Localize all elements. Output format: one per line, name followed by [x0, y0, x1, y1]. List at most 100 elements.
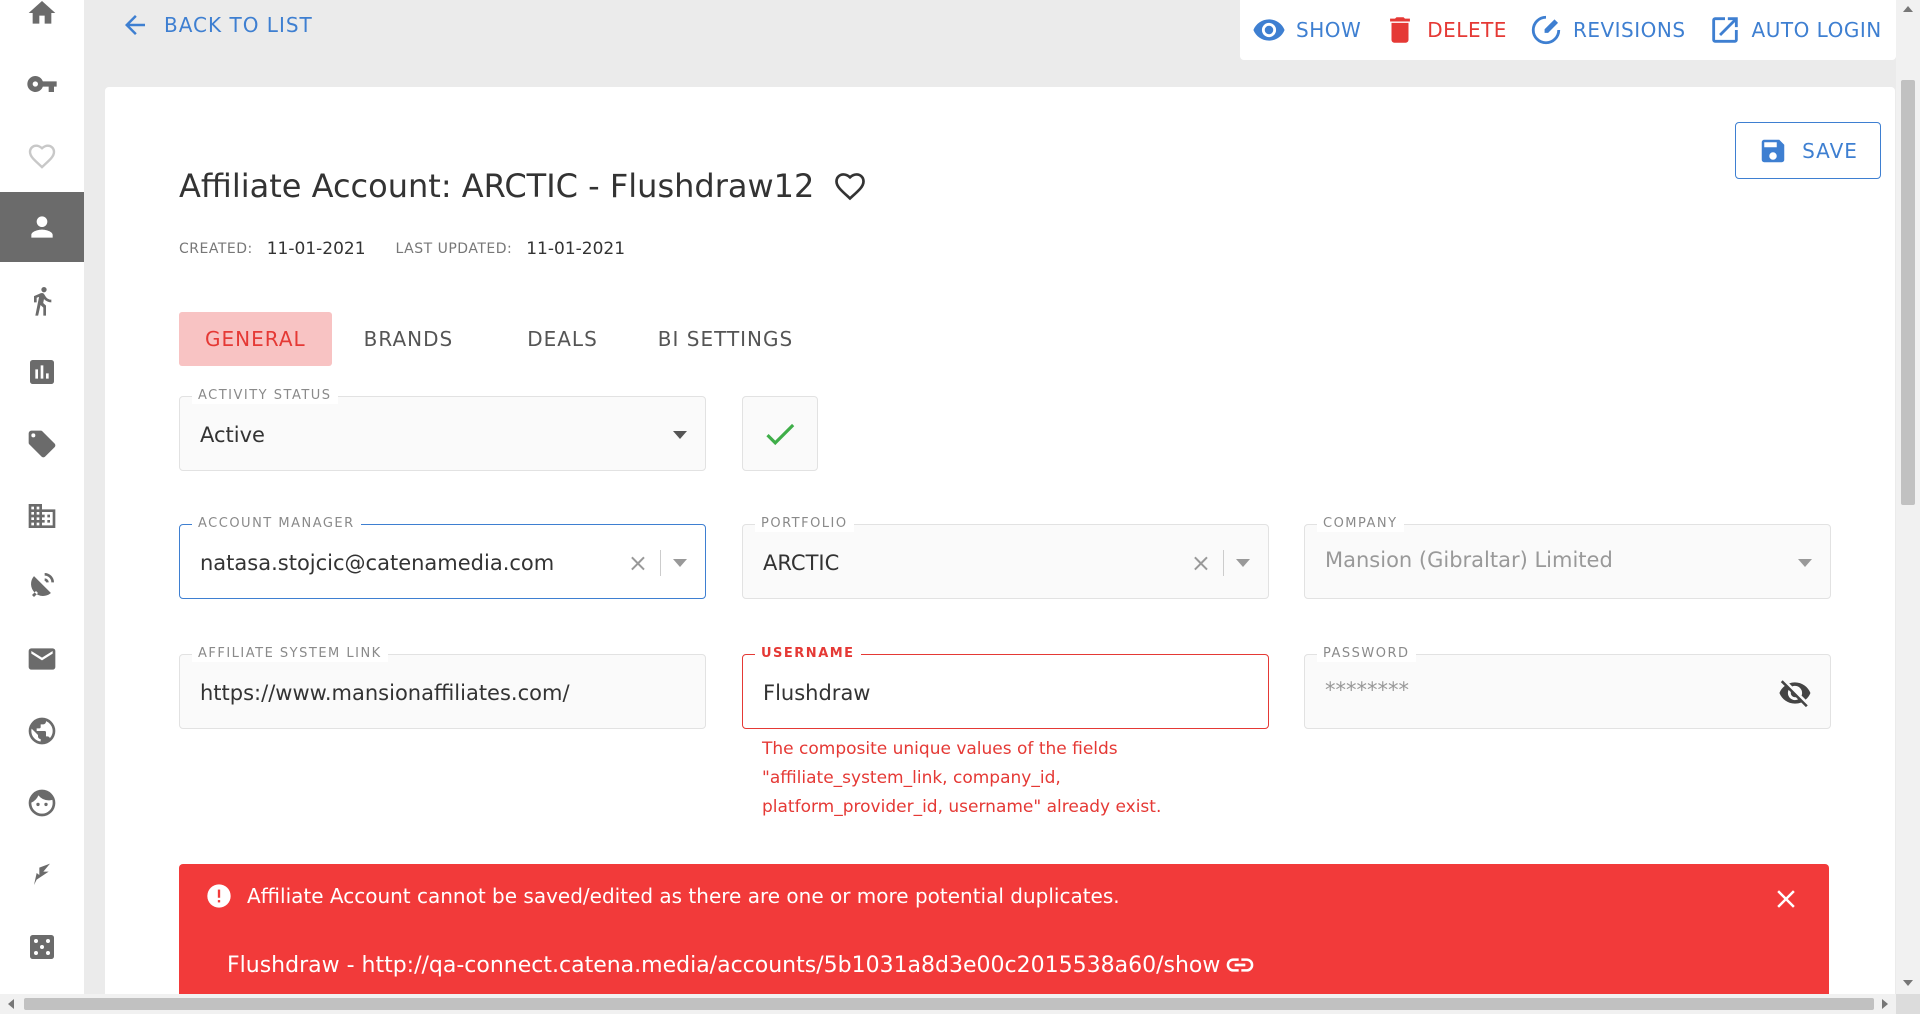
username-error-line: platform_provider_id, username" already …	[762, 797, 1162, 817]
account-manager-select[interactable]: ACCOUNT MANAGER natasa.stojcic@catenamed…	[179, 516, 706, 599]
activity-status-select[interactable]: ACTIVITY STATUS Active	[179, 388, 706, 471]
active-check-indicator	[742, 396, 818, 471]
page-title: Affiliate Account: ARCTIC - Flushdraw12	[179, 167, 868, 205]
close-icon[interactable]	[1771, 884, 1801, 914]
sidebar-item-campaigns[interactable]	[0, 838, 84, 908]
show-button[interactable]: SHOW	[1252, 13, 1361, 47]
alert-header: Affiliate Account cannot be saved/edited…	[205, 882, 1120, 910]
chevron-down-icon[interactable]	[1236, 558, 1250, 567]
duplicate-alert: Affiliate Account cannot be saved/edited…	[179, 864, 1829, 1014]
sidebar-item-accounts[interactable]	[0, 192, 84, 262]
username-field[interactable]: USERNAME Flushdraw	[742, 646, 1269, 729]
alert-circle-icon	[207, 884, 231, 908]
tab-bi-settings[interactable]: BI SETTINGS	[626, 312, 819, 366]
company-value: Mansion (Gibraltar) Limited	[1325, 547, 1613, 572]
back-to-list-link[interactable]: BACK TO LIST	[120, 10, 313, 40]
arrow-left-icon	[125, 15, 145, 35]
building-icon	[28, 504, 56, 528]
tab-brands[interactable]: BRANDS	[332, 312, 488, 366]
flag-icon	[34, 863, 50, 885]
revisions-label: REVISIONS	[1572, 18, 1686, 42]
mail-icon	[28, 648, 56, 670]
created-value: 11-01-2021	[266, 239, 366, 259]
sidebar-item-activity[interactable]	[0, 266, 84, 336]
affiliate-system-link-field[interactable]: AFFILIATE SYSTEM LINK https://www.mansio…	[179, 646, 706, 729]
revisions-button[interactable]: REVISIONS	[1529, 13, 1686, 47]
tag-icon	[28, 430, 56, 458]
save-label: SAVE	[1802, 138, 1858, 163]
sidebar-item-games[interactable]	[0, 912, 84, 982]
tab-deals[interactable]: DEALS	[487, 312, 626, 366]
scroll-up-arrow-icon[interactable]	[1903, 6, 1913, 12]
divider	[1223, 549, 1224, 576]
username-value: Flushdraw	[763, 680, 871, 705]
affiliate-system-link-value: https://www.mansionaffiliates.com/	[200, 680, 570, 705]
running-icon	[34, 287, 52, 316]
portfolio-value: ARCTIC	[763, 550, 840, 575]
tab-general[interactable]: GENERAL	[179, 312, 332, 366]
vertical-scrollbar[interactable]	[1896, 0, 1920, 994]
scroll-left-arrow-icon[interactable]	[8, 999, 14, 1009]
sidebar-item-companies[interactable]	[0, 481, 84, 551]
save-button[interactable]: SAVE	[1735, 122, 1881, 179]
account-form-card: SAVE Affiliate Account: ARCTIC - Flushdr…	[105, 87, 1895, 1014]
scroll-down-arrow-icon[interactable]	[1903, 980, 1913, 986]
divider	[660, 549, 661, 576]
open-in-new-icon	[1711, 17, 1738, 43]
sidebar-item-key[interactable]	[0, 49, 84, 119]
scrollbar-corner	[1896, 994, 1920, 1014]
username-error-line: "affiliate_system_link, company_id,	[762, 768, 1061, 788]
face-icon	[28, 789, 56, 817]
history-edit-icon	[1531, 15, 1561, 45]
chevron-down-icon[interactable]	[673, 430, 687, 439]
bar-chart-icon	[30, 360, 54, 384]
sidebar-item-platforms[interactable]	[0, 550, 84, 620]
eye-icon	[1253, 19, 1285, 41]
floppy-disk-icon	[1761, 139, 1785, 162]
chevron-down-icon	[1798, 558, 1812, 567]
created-label: CREATED:	[179, 241, 253, 257]
sidebar-item-tags[interactable]	[0, 409, 84, 479]
chevron-down-icon[interactable]	[673, 558, 687, 567]
tab-bar: GENERAL BRANDS DEALS BI SETTINGS	[179, 312, 819, 366]
sidebar-item-web[interactable]	[0, 696, 84, 766]
eye-off-icon[interactable]	[1778, 676, 1812, 710]
checkmark-icon	[766, 423, 795, 445]
person-icon	[31, 216, 53, 238]
company-select: COMPANY Mansion (Gibraltar) Limited	[1304, 516, 1831, 599]
username-error-message: The composite unique values of the field…	[762, 735, 1202, 822]
horizontal-scrollbar[interactable]	[0, 994, 1896, 1014]
dice-icon	[30, 935, 54, 959]
key-icon	[27, 76, 57, 92]
link-icon	[1227, 958, 1254, 972]
show-label: SHOW	[1296, 18, 1362, 42]
vertical-scroll-thumb[interactable]	[1901, 80, 1915, 505]
satellite-dish-icon	[31, 573, 54, 597]
sidebar-item-users[interactable]	[0, 768, 84, 838]
auto-login-button[interactable]: AUTO LOGIN	[1708, 13, 1882, 47]
page-title-text: Affiliate Account: ARCTIC - Flushdraw12	[179, 167, 815, 205]
horizontal-scroll-thumb[interactable]	[24, 998, 1874, 1010]
sidebar-item-favorites[interactable]	[0, 121, 84, 191]
delete-button[interactable]: DELETE	[1383, 13, 1507, 47]
auto-login-label: AUTO LOGIN	[1751, 18, 1882, 42]
delete-label: DELETE	[1427, 18, 1507, 42]
heart-icon	[28, 144, 56, 169]
sidebar-item-home[interactable]	[0, 0, 84, 48]
password-value: ********	[1325, 677, 1409, 702]
account-manager-value: natasa.stojcic@catenamedia.com	[200, 550, 555, 575]
clear-icon[interactable]: ×	[1191, 551, 1211, 575]
updated-label: LAST UPDATED:	[395, 241, 513, 257]
sidebar-item-mail[interactable]	[0, 624, 84, 694]
portfolio-select[interactable]: PORTFOLIO ARCTIC ×	[742, 516, 1269, 599]
back-to-list-label: BACK TO LIST	[164, 13, 313, 37]
scroll-right-arrow-icon[interactable]	[1882, 999, 1888, 1009]
home-icon	[28, 1, 56, 24]
sidebar-item-reports[interactable]	[0, 337, 84, 407]
clear-icon[interactable]: ×	[628, 551, 648, 575]
sidebar	[0, 0, 84, 1014]
duplicate-link[interactable]: Flushdraw - http://qa-connect.catena.med…	[227, 949, 1256, 981]
record-meta: CREATED: 11-01-2021 LAST UPDATED: 11-01-…	[179, 239, 655, 259]
favorite-heart-icon[interactable]	[832, 168, 868, 204]
password-field[interactable]: PASSWORD ********	[1304, 646, 1831, 729]
